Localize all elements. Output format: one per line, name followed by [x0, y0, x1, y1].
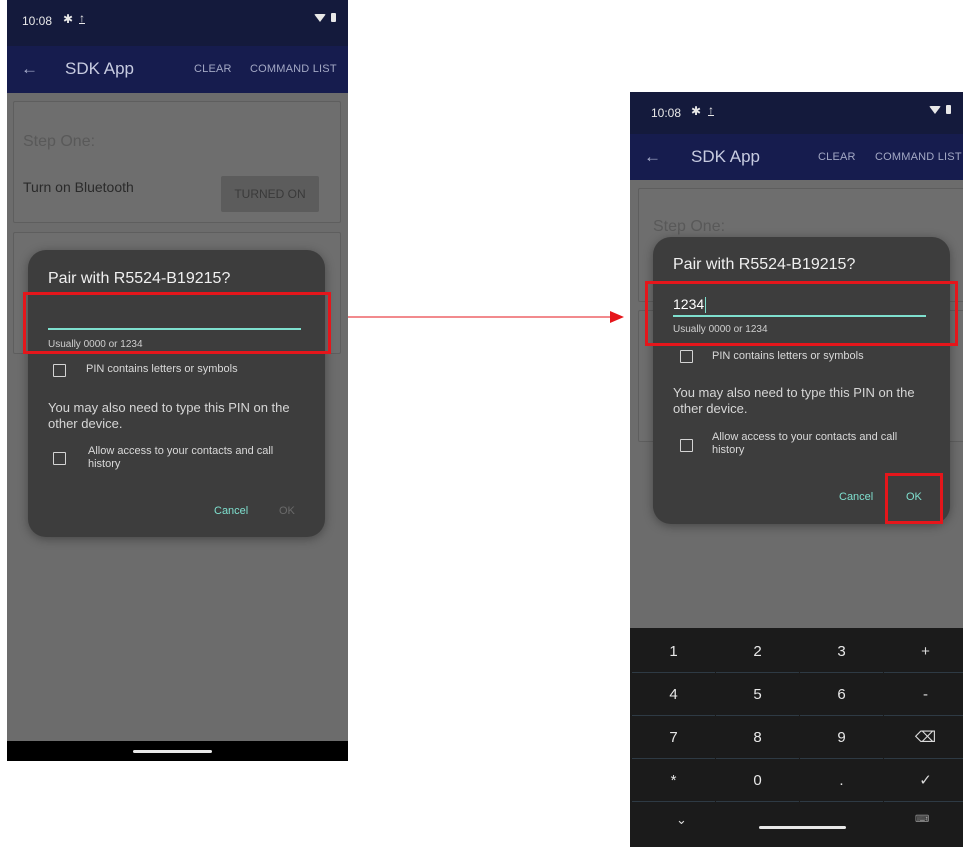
ok-button[interactable]: OK: [279, 505, 295, 517]
battery-icon: [331, 13, 336, 22]
step-one-card: Step One: Turn on Bluetooth TURNED ON: [13, 101, 341, 223]
dialog-title: Pair with R5524-B19215?: [673, 256, 856, 273]
key-8[interactable]: 8: [716, 716, 799, 759]
pin-letters-checkbox[interactable]: [53, 364, 66, 377]
contacts-checkbox[interactable]: [53, 452, 66, 465]
pin-letters-label: PIN contains letters or symbols: [712, 350, 864, 362]
pin-note: You may also need to type this PIN on th…: [48, 400, 290, 431]
step-label: Step One:: [653, 218, 726, 235]
key-3[interactable]: 3: [800, 630, 883, 673]
contacts-label: Allow access to your contacts and call h…: [88, 445, 274, 470]
turned-on-button[interactable]: TURNED ON: [221, 176, 319, 212]
backspace-key[interactable]: ⌫: [884, 716, 963, 759]
pin-letters-checkbox[interactable]: [680, 350, 693, 363]
highlight-pin-field: [23, 292, 331, 354]
cancel-button[interactable]: Cancel: [214, 505, 248, 517]
upload-icon: ↑: [708, 103, 714, 117]
app-bar: ← SDK App CLEAR COMMAND LIST: [7, 46, 348, 93]
key-5[interactable]: 5: [716, 673, 799, 716]
key-2[interactable]: 2: [716, 630, 799, 673]
command-list-button[interactable]: COMMAND LIST: [250, 63, 337, 75]
home-handle[interactable]: [133, 750, 212, 753]
key-plus[interactable]: +: [884, 630, 963, 673]
app-title: SDK App: [691, 147, 760, 166]
contacts-checkbox[interactable]: [680, 439, 693, 452]
chevron-down-icon[interactable]: ⌄: [676, 812, 687, 828]
status-bar: 10:08 ✱ ↑: [7, 0, 348, 46]
contacts-label: Allow access to your contacts and call h…: [712, 431, 898, 456]
status-time: 10:08: [651, 106, 682, 120]
upload-icon: ↑: [79, 11, 85, 25]
key-7[interactable]: 7: [632, 716, 715, 759]
arrow-left-icon[interactable]: ←: [21, 59, 38, 79]
home-handle[interactable]: [759, 826, 846, 829]
nav-bar: [7, 741, 348, 761]
key-1[interactable]: 1: [632, 630, 715, 673]
keyboard-icon[interactable]: ⌨: [915, 814, 929, 825]
transition-arrow: [348, 311, 624, 323]
status-bar: 10:08 ✱ ↑: [630, 92, 963, 134]
key-0[interactable]: 0: [716, 759, 799, 802]
pin-letters-label: PIN contains letters or symbols: [86, 363, 238, 375]
key-period[interactable]: .: [800, 759, 883, 802]
bluetooth-icon: ✱: [63, 12, 74, 26]
step-label: Step One:: [23, 133, 96, 150]
key-asterisk[interactable]: *: [632, 759, 715, 802]
phone-screen-after: 10:08 ✱ ↑ ← SDK App CLEAR COMMAND LIST S…: [630, 92, 963, 847]
clear-button[interactable]: CLEAR: [818, 151, 856, 163]
cancel-button[interactable]: Cancel: [839, 491, 873, 503]
done-key[interactable]: ✓: [884, 759, 963, 802]
key-6[interactable]: 6: [800, 673, 883, 716]
highlight-pin-field: [645, 281, 958, 346]
keyboard-nav-row: ⌄ ⌨: [630, 802, 963, 847]
command-list-button[interactable]: COMMAND LIST: [875, 151, 962, 163]
key-4[interactable]: 4: [632, 673, 715, 716]
pin-note: You may also need to type this PIN on th…: [673, 385, 915, 416]
key-9[interactable]: 9: [800, 716, 883, 759]
wifi-icon: [929, 105, 941, 114]
dialog-title: Pair with R5524-B19215?: [48, 270, 231, 287]
app-title: SDK App: [65, 59, 134, 78]
bluetooth-label: Turn on Bluetooth: [23, 179, 134, 195]
numeric-keypad: 1 2 3 +4 5 6-7 8 9 ⌫ * 0. ✓ ⌄ ⌨: [630, 628, 963, 847]
clear-button[interactable]: CLEAR: [194, 63, 232, 75]
highlight-ok-button: [885, 473, 943, 524]
battery-icon: [946, 105, 951, 114]
key-minus[interactable]: -: [884, 673, 963, 716]
arrow-left-icon[interactable]: ←: [644, 147, 661, 167]
phone-screen-before: 10:08 ✱ ↑ ← SDK App CLEAR COMMAND LIST S…: [7, 0, 348, 761]
app-bar: ← SDK App CLEAR COMMAND LIST: [630, 134, 963, 180]
wifi-icon: [314, 13, 326, 22]
bluetooth-icon: ✱: [691, 104, 702, 118]
status-time: 10:08: [22, 14, 53, 28]
